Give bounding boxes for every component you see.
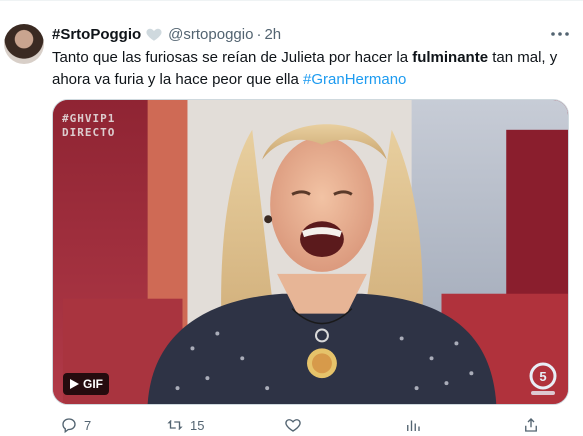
gif-badge[interactable]: GIF [63,373,109,395]
top-divider [0,0,583,1]
views-icon [407,420,420,431]
views-button[interactable] [404,416,428,434]
tweet-text-bold: fulminante [412,49,489,66]
play-icon [70,379,79,389]
gif-label: GIF [83,377,103,391]
reply-count: 7 [84,417,92,433]
retweet-count: 15 [190,417,205,433]
separator-dot: · [256,25,262,43]
heart-icon [285,419,301,432]
like-button[interactable] [284,416,308,434]
retweet-button[interactable]: 15 [166,416,204,434]
gif-media[interactable]: #GHVIP1 DIRECTO 5 GIF [52,99,569,405]
tweet-text-part: Tanto que las furiosas se reían de Julie… [52,49,413,66]
display-name[interactable]: #SrtoPoggio [52,26,141,43]
reply-icon [62,418,76,434]
tweet-header: #SrtoPoggio @srtopoggio · 2h [52,22,281,46]
gif-frame-image [53,100,568,404]
svg-text:5: 5 [539,369,546,384]
broadcast-overlay: #GHVIP1 DIRECTO [62,112,115,140]
hashtag-link[interactable]: #GranHermano [303,71,406,88]
timestamp[interactable]: 2h [264,26,281,43]
action-bar: 7 15 [52,416,577,436]
retweet-icon [167,420,183,430]
user-handle[interactable]: @srtopoggio [168,26,253,43]
more-options-icon[interactable] [548,24,572,44]
channel-logo-icon: 5 [529,362,557,395]
avatar[interactable] [4,24,44,64]
heart-badge-icon [146,28,162,41]
overlay-line: #GHVIP1 [62,112,116,125]
reply-button[interactable]: 7 [60,416,91,434]
overlay-line: DIRECTO [62,126,116,139]
share-icon [525,418,537,432]
tweet-text: Tanto que las furiosas se reían de Julie… [52,47,577,91]
share-button[interactable] [522,416,546,434]
